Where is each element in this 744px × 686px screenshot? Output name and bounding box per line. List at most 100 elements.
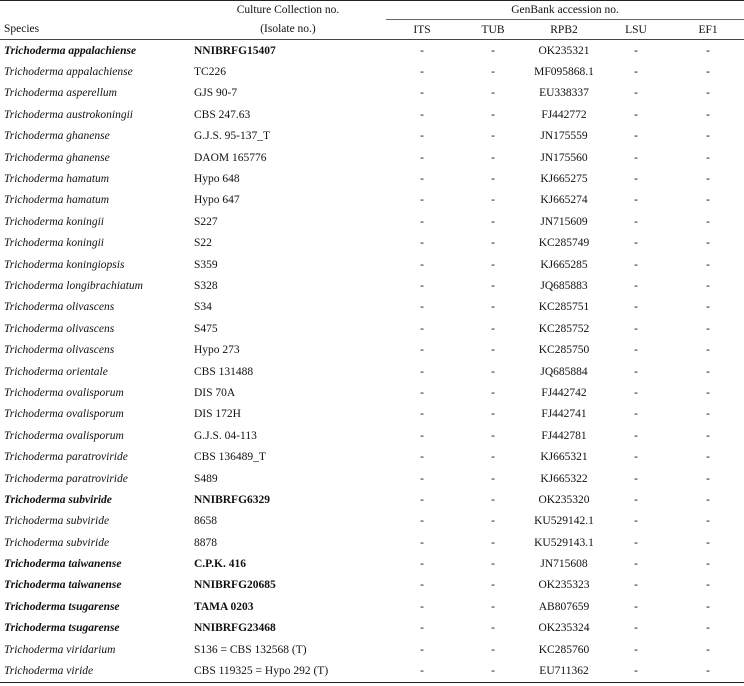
isolate-cell: TAMA 0203 bbox=[194, 600, 254, 613]
ef1-cell: - bbox=[706, 44, 710, 57]
table-row: Trichoderma olivascens S475 - - KC285752 - - bbox=[0, 318, 744, 339]
its-cell: - bbox=[420, 429, 424, 442]
table-row: Trichoderma koningiopsis S359 - - KJ665285 - - bbox=[0, 254, 744, 275]
ef1-cell: - bbox=[706, 643, 710, 656]
lsu-cell: - bbox=[634, 493, 638, 506]
rpb2-cell: KU529142.1 bbox=[534, 515, 594, 528]
its-cell: - bbox=[420, 108, 424, 121]
lsu-cell: - bbox=[634, 322, 638, 335]
table-row: Trichoderma longibrachiatum S328 - - JQ68588… bbox=[0, 275, 744, 296]
table-row: Trichoderma paratroviride S489 - - KJ665322 -… bbox=[0, 468, 744, 489]
table-row: Trichoderma koningii S227 - - JN715609 - - bbox=[0, 211, 744, 232]
its-cell: - bbox=[420, 322, 424, 335]
its-cell: - bbox=[420, 344, 424, 357]
species-cell: Trichoderma paratroviride bbox=[4, 451, 128, 464]
ef1-cell: - bbox=[706, 408, 710, 421]
its-cell: - bbox=[420, 215, 424, 228]
tub-cell: - bbox=[491, 536, 495, 549]
tub-cell: - bbox=[491, 622, 495, 635]
ef1-cell: - bbox=[706, 151, 710, 164]
rpb2-cell: FJ442742 bbox=[541, 386, 587, 399]
column-header-lsu: LSU bbox=[600, 19, 672, 40]
ef1-cell: - bbox=[706, 365, 710, 378]
lsu-cell: - bbox=[634, 451, 638, 464]
rpb2-cell: KC285750 bbox=[538, 344, 590, 357]
lsu-cell: - bbox=[634, 151, 638, 164]
isolate-cell: S34 bbox=[194, 301, 212, 314]
tub-cell: - bbox=[491, 151, 495, 164]
ef1-cell: - bbox=[706, 237, 710, 250]
rpb2-cell: FJ442781 bbox=[541, 429, 587, 442]
ef1-cell: - bbox=[706, 493, 710, 506]
table-row: Trichoderma subviride 8658 - - KU529142.1 - - bbox=[0, 511, 744, 532]
column-header-rpb2: RPB2 bbox=[528, 19, 600, 40]
rpb2-cell: OK235320 bbox=[538, 493, 590, 506]
rpb2-cell: KC285752 bbox=[538, 322, 590, 335]
its-cell: - bbox=[420, 643, 424, 656]
its-cell: - bbox=[420, 451, 424, 464]
species-cell: Trichoderma taiwanense bbox=[4, 579, 122, 592]
isolate-cell: G.J.S. 95-137_T bbox=[194, 130, 271, 143]
species-cell: Trichoderma hamatum bbox=[4, 173, 110, 186]
lsu-cell: - bbox=[634, 622, 638, 635]
isolate-cell: 8878 bbox=[194, 536, 217, 549]
its-cell: - bbox=[420, 258, 424, 271]
tub-cell: - bbox=[491, 173, 495, 186]
tub-cell: - bbox=[491, 194, 495, 207]
tub-cell: - bbox=[491, 643, 495, 656]
its-cell: - bbox=[420, 130, 424, 143]
its-cell: - bbox=[420, 493, 424, 506]
isolate-cell: GJS 90-7 bbox=[194, 87, 238, 100]
table-row: Trichoderma appalachiense NNIBRFG15407 - - O… bbox=[0, 40, 744, 62]
table-body: Trichoderma appalachiense NNIBRFG15407 - - O… bbox=[0, 40, 744, 683]
lsu-cell: - bbox=[634, 258, 638, 271]
its-cell: - bbox=[420, 173, 424, 186]
table-row: Trichoderma viride CBS 119325 = Hypo 292 … bbox=[0, 660, 744, 683]
ef1-cell: - bbox=[706, 622, 710, 635]
tub-cell: - bbox=[491, 215, 495, 228]
its-cell: - bbox=[420, 279, 424, 292]
isolate-cell: Hypo 647 bbox=[194, 194, 240, 207]
isolate-cell: Hypo 648 bbox=[194, 173, 240, 186]
species-cell: Trichoderma appalachiense bbox=[4, 44, 137, 57]
lsu-cell: - bbox=[634, 386, 638, 399]
isolate-cell: C.P.K. 416 bbox=[194, 558, 246, 571]
lsu-cell: - bbox=[634, 365, 638, 378]
its-cell: - bbox=[420, 194, 424, 207]
lsu-cell: - bbox=[634, 579, 638, 592]
species-cell: Trichoderma taiwanense bbox=[4, 558, 122, 571]
table-row: Trichoderma ovalisporum G.J.S. 04-113 - - FJ… bbox=[0, 425, 744, 446]
lsu-cell: - bbox=[634, 279, 638, 292]
species-cell: Trichoderma ovalisporum bbox=[4, 429, 124, 442]
tub-cell: - bbox=[491, 429, 495, 442]
rpb2-cell: EU338337 bbox=[539, 87, 589, 100]
rpb2-cell: JN715609 bbox=[540, 215, 588, 228]
lsu-cell: - bbox=[634, 301, 638, 314]
ef1-cell: - bbox=[672, 660, 744, 683]
lsu-cell: - bbox=[634, 643, 638, 656]
rpb2-cell: OK235324 bbox=[538, 622, 590, 635]
rpb2-cell: FJ442772 bbox=[541, 108, 587, 121]
its-cell: - bbox=[420, 515, 424, 528]
species-cell: Trichoderma tsugarense bbox=[4, 600, 120, 613]
tub-cell: - bbox=[491, 322, 495, 335]
tub-cell: - bbox=[491, 600, 495, 613]
ef1-cell: - bbox=[706, 173, 710, 186]
lsu-cell: - bbox=[600, 660, 672, 683]
lsu-cell: - bbox=[634, 429, 638, 442]
isolate-cell: S359 bbox=[194, 258, 218, 271]
species-cell: Trichoderma hamatum bbox=[4, 194, 110, 207]
lsu-cell: - bbox=[634, 237, 638, 250]
table-row: Trichoderma hamatum Hypo 648 - - KJ665275 - - bbox=[0, 168, 744, 189]
tub-cell: - bbox=[491, 108, 495, 121]
ef1-cell: - bbox=[706, 194, 710, 207]
species-cell: Trichoderma appalachiense bbox=[4, 66, 133, 79]
ef1-cell: - bbox=[706, 386, 710, 399]
ef1-cell: - bbox=[706, 66, 710, 79]
column-header-its: ITS bbox=[386, 19, 458, 40]
lsu-cell: - bbox=[634, 558, 638, 571]
species-cell: Trichoderma austrokoningii bbox=[4, 108, 133, 121]
isolate-cell: CBS 247.63 bbox=[194, 108, 251, 121]
ef1-cell: - bbox=[706, 579, 710, 592]
ef1-cell: - bbox=[706, 108, 710, 121]
